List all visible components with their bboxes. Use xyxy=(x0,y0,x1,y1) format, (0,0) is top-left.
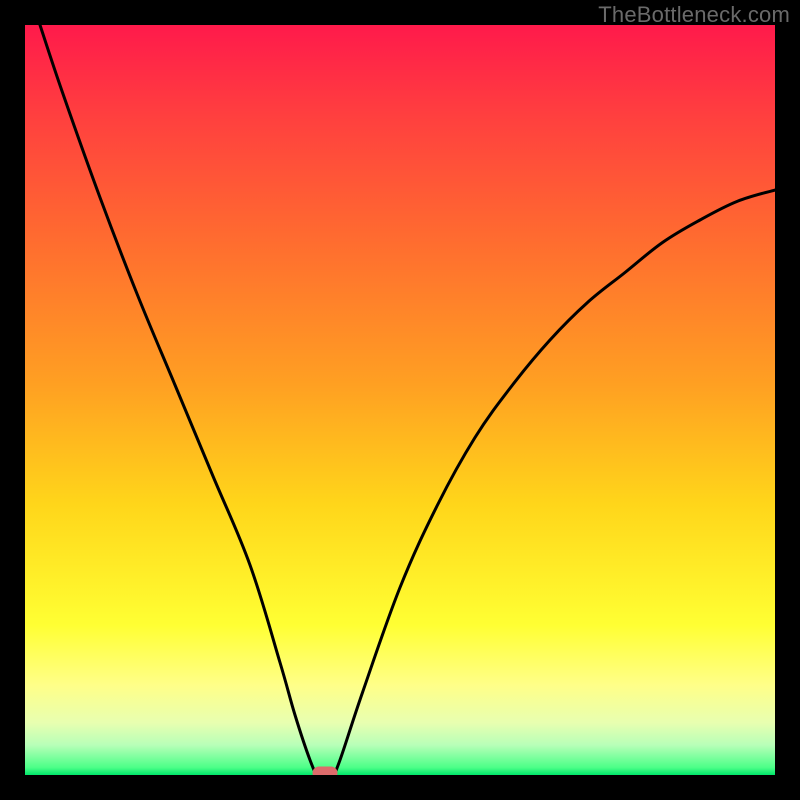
chart-frame: TheBottleneck.com xyxy=(0,0,800,800)
optimum-marker xyxy=(313,767,337,775)
bottleneck-curve xyxy=(40,25,775,775)
chart-svg xyxy=(25,25,775,775)
chart-plot-area xyxy=(25,25,775,775)
watermark-label: TheBottleneck.com xyxy=(598,2,790,28)
